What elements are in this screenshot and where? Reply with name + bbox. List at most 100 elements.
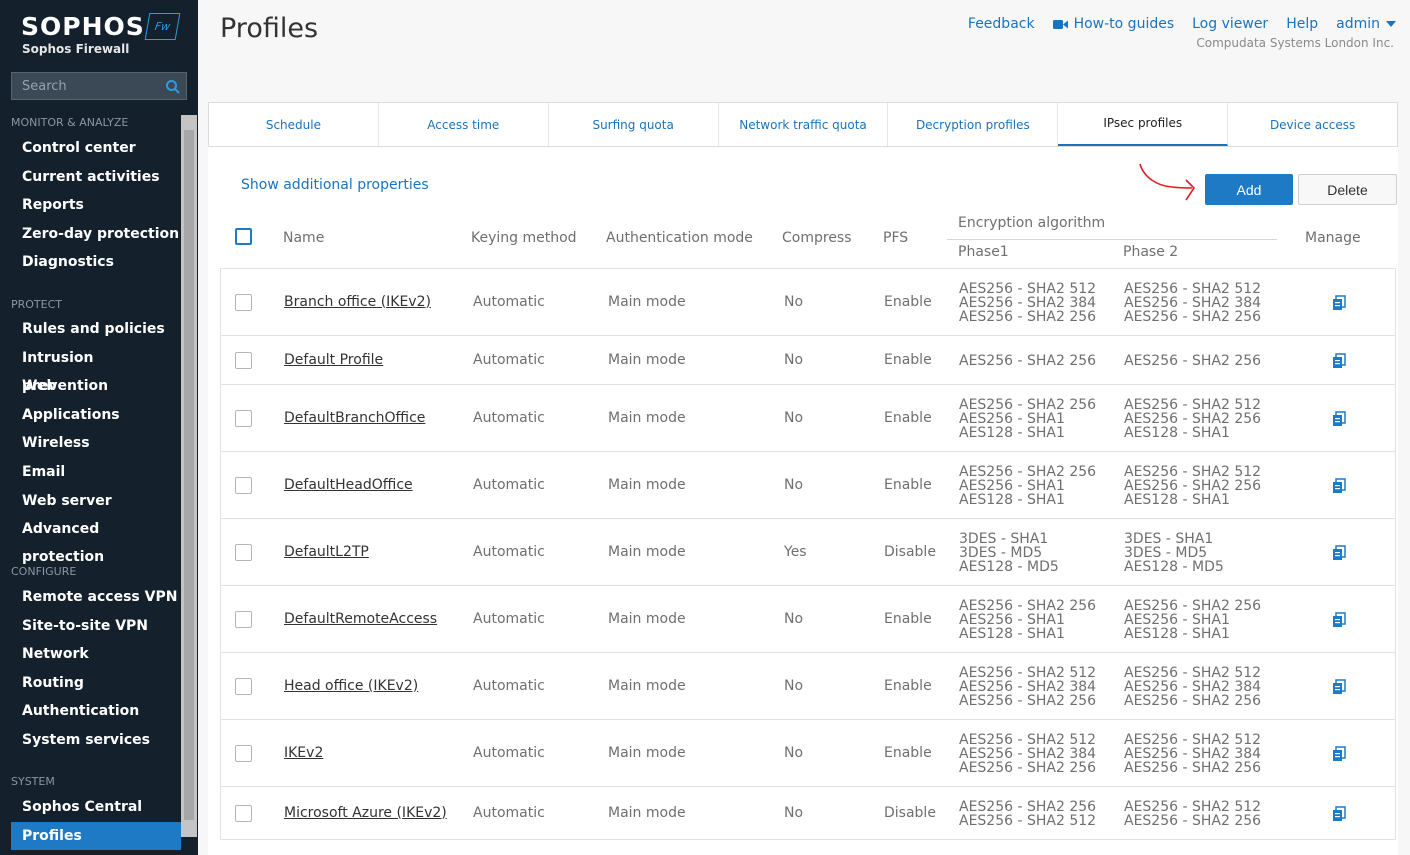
profile-name-link[interactable]: Head office (IKEv2) [284, 678, 418, 694]
row-checkbox[interactable] [235, 476, 252, 494]
sidebar-item-network[interactable]: Network [11, 640, 181, 668]
compress-value: Yes [784, 543, 807, 560]
row-checkbox[interactable] [235, 804, 252, 822]
col-phase1: Phase1 [958, 244, 1009, 260]
edit-icon[interactable] [1331, 611, 1347, 628]
product-name: Sophos Firewall [22, 42, 130, 56]
auth-mode: Main mode [608, 476, 686, 493]
sidebar-item-authentication[interactable]: Authentication [11, 697, 181, 725]
phase2-algorithms: AES256 - SHA2 512 AES256 - SHA2 384 AES256… [1124, 282, 1261, 324]
row-checkbox[interactable] [235, 409, 252, 427]
sidebar-item-site-to-site-vpn[interactable]: Site-to-site VPN [11, 612, 181, 640]
sidebar-item-current-activities[interactable]: Current activities [11, 163, 181, 191]
phase1-algorithms: AES256 - SHA2 256 AES256 - SHA2 512 [959, 800, 1096, 828]
sidebar: SOPHOS Fw Sophos Firewall MONITOR & ANAL… [0, 0, 198, 855]
sidebar-item-diagnostics[interactable]: Diagnostics [11, 248, 181, 276]
row-checkbox[interactable] [235, 293, 252, 311]
algorithm-entry: AES128 - SHA1 [1124, 491, 1230, 508]
algorithm-entry: AES128 - SHA1 [959, 424, 1065, 441]
show-additional-properties-link[interactable]: Show additional properties [241, 177, 429, 193]
edit-icon[interactable] [1331, 477, 1347, 494]
edit-icon[interactable] [1331, 678, 1347, 695]
sidebar-item-zero-day-protection[interactable]: Zero-day protection [11, 220, 181, 248]
sidebar-item-reports[interactable]: Reports [11, 191, 181, 219]
pfs-value: Enable [884, 677, 932, 694]
phase2-algorithms: AES256 - SHA2 256 AES256 - SHA1 AES128 - S… [1124, 599, 1261, 641]
algorithm-entry: AES256 - SHA2 384 [1124, 294, 1262, 311]
sidebar-item-remote-access-vpn[interactable]: Remote access VPN [11, 583, 181, 611]
table-row: DefaultL2TP Automatic Main mode Yes Disable 3… [221, 519, 1395, 586]
tab-network-traffic-quota[interactable]: Network traffic quota [719, 103, 889, 146]
algorithm-entry: AES256 - SHA2 512 [1124, 664, 1262, 681]
row-checkbox[interactable] [235, 610, 252, 628]
search-input[interactable] [12, 78, 162, 94]
sidebar-item-wireless[interactable]: Wireless [11, 429, 181, 457]
profile-name-link[interactable]: Branch office (IKEv2) [284, 294, 431, 310]
profile-name-link[interactable]: Default Profile [284, 352, 383, 368]
profile-name-link[interactable]: Microsoft Azure (IKEv2) [284, 805, 447, 821]
phase2-algorithms: 3DES - SHA1 3DES - MD5 AES128 - MD5 [1124, 532, 1224, 574]
nav-section-title: SYSTEM [11, 775, 55, 788]
profile-name-link[interactable]: DefaultBranchOffice [284, 410, 425, 426]
profile-name-link[interactable]: DefaultL2TP [284, 544, 369, 560]
edit-icon[interactable] [1331, 410, 1347, 427]
delete-button[interactable]: Delete [1298, 174, 1397, 205]
phase1-algorithms: AES256 - SHA2 512 AES256 - SHA2 384 AES256… [959, 282, 1096, 324]
howto-guides-link[interactable]: How-to guides [1052, 16, 1175, 32]
sidebar-item-advanced-protection[interactable]: Advanced protection [11, 515, 181, 565]
profile-tabs: Schedule Access time Surfing quota Network … [208, 102, 1398, 147]
sidebar-item-rules-and-policies[interactable]: Rules and policies [11, 315, 181, 343]
algorithm-entry: AES256 - SHA2 384 [1124, 745, 1262, 762]
sidebar-item-routing[interactable]: Routing [11, 669, 181, 697]
chevron-down-icon [1386, 21, 1396, 27]
edit-icon[interactable] [1331, 745, 1347, 762]
edit-icon[interactable] [1331, 294, 1347, 311]
select-all-checkbox[interactable] [235, 228, 252, 245]
sidebar-item-control-center[interactable]: Control center [11, 134, 181, 162]
sidebar-item-sophos-central[interactable]: Sophos Central [11, 793, 181, 821]
edit-icon[interactable] [1331, 352, 1347, 369]
compress-value: No [784, 610, 804, 627]
search-icon[interactable] [165, 79, 181, 95]
col-name[interactable]: Name [283, 230, 324, 246]
phase2-algorithms: AES256 - SHA2 512 AES256 - SHA2 256 [1124, 800, 1261, 828]
sidebar-scrollbar-thumb[interactable] [184, 130, 194, 820]
sidebar-item-intrusion-prevention[interactable]: Intrusion prevention [11, 344, 181, 394]
algorithm-entry: AES256 - SHA2 256 [1124, 692, 1262, 709]
algorithm-entry: AES256 - SHA2 256 [1124, 410, 1262, 427]
row-checkbox[interactable] [235, 351, 252, 369]
add-button[interactable]: Add [1205, 174, 1293, 205]
compress-value: No [784, 744, 804, 761]
row-checkbox[interactable] [235, 744, 252, 762]
tab-schedule[interactable]: Schedule [209, 103, 379, 146]
keying-method: Automatic [473, 744, 545, 761]
tab-device-access[interactable]: Device access [1228, 103, 1397, 146]
row-checkbox[interactable] [235, 677, 252, 695]
sidebar-item-email[interactable]: Email [11, 458, 181, 486]
tab-ipsec-profiles[interactable]: IPsec profiles [1058, 103, 1229, 146]
log-viewer-link[interactable]: Log viewer [1192, 16, 1268, 32]
sidebar-item-system-services[interactable]: System services [11, 726, 181, 754]
sidebar-item-web[interactable]: Web [11, 372, 181, 400]
profile-name-link[interactable]: DefaultHeadOffice [284, 477, 413, 493]
auth-mode: Main mode [608, 409, 686, 426]
sidebar-item-web-server[interactable]: Web server [11, 487, 181, 515]
algorithm-entry: AES256 - SHA2 256 [1124, 812, 1262, 829]
profile-name-link[interactable]: IKEv2 [284, 745, 323, 761]
sidebar-item-profiles[interactable]: Profiles [11, 822, 181, 850]
edit-icon[interactable] [1331, 805, 1347, 822]
tab-decryption-profiles[interactable]: Decryption profiles [888, 103, 1059, 146]
tab-access-time[interactable]: Access time [379, 103, 549, 146]
auth-mode: Main mode [608, 293, 686, 310]
sidebar-item-applications[interactable]: Applications [11, 401, 181, 429]
profile-name-link[interactable]: DefaultRemoteAccess [284, 611, 437, 627]
row-checkbox[interactable] [235, 543, 252, 561]
help-link[interactable]: Help [1286, 16, 1318, 32]
admin-menu[interactable]: admin [1336, 16, 1396, 32]
tab-surfing-quota[interactable]: Surfing quota [549, 103, 719, 146]
feedback-link[interactable]: Feedback [968, 16, 1035, 32]
edit-icon[interactable] [1331, 544, 1347, 561]
howto-guides-label: How-to guides [1073, 16, 1175, 32]
phase1-algorithms: AES256 - SHA2 256 AES256 - SHA1 AES128 - S… [959, 398, 1096, 440]
algorithm-entry: AES256 - SHA2 512 [959, 280, 1097, 297]
